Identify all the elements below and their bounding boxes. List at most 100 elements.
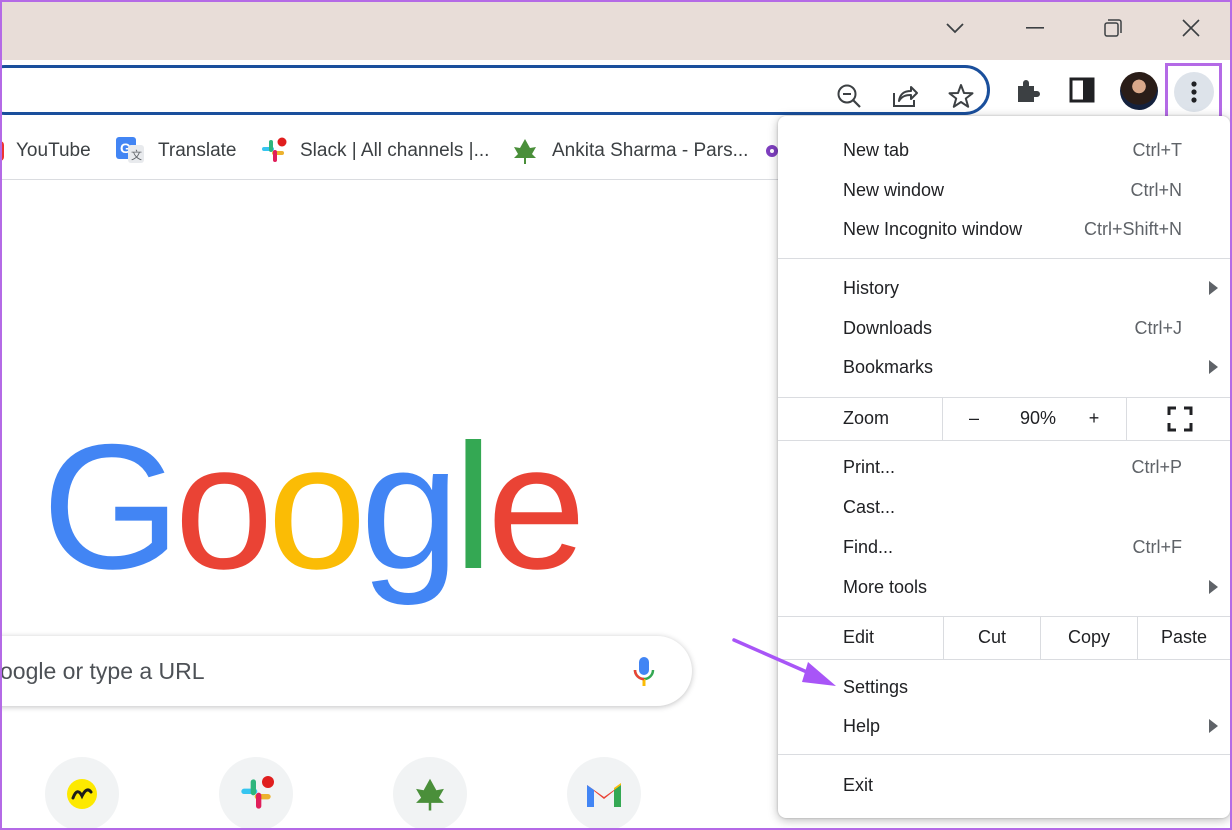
menu-separator: [778, 258, 1230, 259]
menu-separator: [778, 440, 1230, 441]
logo-letter: l: [453, 407, 492, 606]
translate-icon: G文: [116, 137, 144, 163]
zoom-icon[interactable]: [835, 82, 863, 110]
customize-menu-button[interactable]: [1165, 63, 1222, 120]
menu-item-label: New Incognito window: [843, 218, 1023, 239]
title-bar: [0, 0, 1232, 60]
menu-item-print[interactable]: Print... Ctrl+P: [778, 448, 1230, 486]
bookmark-label: YouTube: [16, 140, 91, 161]
zoom-in-button[interactable]: +: [1074, 397, 1114, 440]
minimize-button[interactable]: [1012, 8, 1058, 48]
logo-letter: g: [360, 407, 459, 606]
extensions-icon[interactable]: [1012, 74, 1044, 106]
menu-item-label: Bookmarks: [843, 356, 934, 377]
menu-item-label: Print...: [843, 456, 896, 477]
share-icon[interactable]: [891, 82, 919, 110]
zoom-divider: [1126, 397, 1127, 440]
menu-item-settings[interactable]: Settings: [778, 668, 1230, 706]
minimize-icon: [1026, 27, 1044, 29]
menu-item-shortcut: Ctrl+N: [1130, 179, 1182, 200]
annotation-arrow-icon: [732, 638, 836, 686]
zoom-out-button[interactable]: –: [954, 397, 994, 440]
zoom-label: Zoom: [843, 408, 890, 428]
shortcut-slack[interactable]: [219, 757, 293, 830]
menu-item-label: More tools: [843, 576, 928, 597]
logo-letter: e: [487, 407, 586, 606]
copy-button[interactable]: Copy: [1041, 616, 1137, 659]
leaf-icon: [514, 139, 536, 164]
submenu-arrow-icon: [1209, 360, 1218, 374]
bookmark-label: Translate: [158, 140, 237, 161]
chrome-menu: New tab Ctrl+T New window Ctrl+N New Inc…: [778, 116, 1230, 818]
menu-item-shortcut: Ctrl+J: [1134, 317, 1182, 338]
menu-item-label: Downloads: [843, 317, 933, 338]
menu-item-shortcut: Ctrl+F: [1132, 536, 1183, 557]
shortcut-basecamp[interactable]: [45, 757, 119, 830]
slack-icon: [262, 137, 287, 162]
menu-item-history[interactable]: History: [778, 269, 1230, 307]
menu-item-shortcut: Ctrl+P: [1131, 456, 1182, 477]
google-logo: Google: [42, 407, 586, 606]
bookmark-youtube[interactable]: YouTube: [0, 136, 91, 166]
toolbar: [0, 60, 1232, 122]
bookmark-label: Slack | All channels |...: [300, 140, 490, 161]
side-panel-icon[interactable]: [1066, 74, 1098, 106]
menu-item-more-tools[interactable]: More tools: [778, 568, 1230, 606]
edit-row: Edit Cut Copy Paste: [778, 616, 1230, 659]
three-dots-icon: [1190, 80, 1197, 103]
shortcut-gmail[interactable]: [567, 757, 641, 830]
bookmark-more[interactable]: [766, 136, 778, 166]
menu-item-label: Help: [843, 715, 881, 736]
menu-item-new-window[interactable]: New window Ctrl+N: [778, 171, 1230, 209]
basecamp-icon: [67, 779, 97, 809]
menu-item-find[interactable]: Find... Ctrl+F: [778, 528, 1230, 566]
restore-icon: [1104, 19, 1122, 37]
svg-text:文: 文: [131, 148, 142, 162]
menu-item-bookmarks[interactable]: Bookmarks: [778, 348, 1230, 386]
address-bar[interactable]: [0, 65, 990, 115]
submenu-arrow-icon: [1209, 580, 1218, 594]
menu-item-new-incognito-window[interactable]: New Incognito window Ctrl+Shift+N: [778, 210, 1230, 248]
edit-label: Edit: [843, 627, 875, 647]
restore-button[interactable]: [1090, 8, 1136, 48]
gmail-icon: [587, 783, 621, 807]
menu-item-label: New tab: [843, 139, 910, 160]
zoom-level: 90%: [1019, 408, 1057, 428]
menu-item-label: History: [843, 277, 900, 298]
menu-item-shortcut: Ctrl+T: [1132, 139, 1183, 160]
paste-button[interactable]: Paste: [1138, 616, 1230, 659]
menu-item-label: Exit: [843, 774, 874, 795]
fullscreen-button[interactable]: [1150, 397, 1210, 440]
menu-item-help[interactable]: Help: [778, 707, 1230, 745]
menu-item-label: Find...: [843, 536, 894, 557]
search-placeholder: oogle or type a URL: [0, 658, 205, 684]
leaf-icon: [416, 778, 444, 811]
menu-item-label: Cast...: [843, 496, 896, 517]
microphone-icon[interactable]: [632, 656, 656, 688]
slack-icon: [241, 776, 274, 809]
cut-button[interactable]: Cut: [944, 616, 1040, 659]
menu-item-cast[interactable]: Cast...: [778, 488, 1230, 526]
menu-item-new-tab[interactable]: New tab Ctrl+T: [778, 131, 1230, 169]
bookmark-slack[interactable]: Slack | All channels |...: [258, 136, 489, 166]
submenu-arrow-icon: [1209, 281, 1218, 295]
shortcut-leaf[interactable]: [393, 757, 467, 830]
chevron-down-icon: [946, 23, 964, 34]
logo-letter: o: [174, 407, 273, 606]
menu-separator: [778, 754, 1230, 755]
menu-item-exit[interactable]: Exit: [778, 766, 1230, 804]
bookmark-translate[interactable]: G文 Translate: [116, 136, 237, 166]
close-icon: [1182, 19, 1200, 37]
menu-item-downloads[interactable]: Downloads Ctrl+J: [778, 309, 1230, 347]
bookmark-ankita[interactable]: Ankita Sharma - Pars...: [510, 136, 748, 166]
zoom-divider: [942, 397, 943, 440]
logo-letter: o: [267, 407, 366, 606]
search-box[interactable]: oogle or type a URL: [0, 636, 692, 706]
close-button[interactable]: [1168, 8, 1214, 48]
tab-search-button[interactable]: [932, 8, 978, 48]
youtube-icon: [0, 141, 4, 161]
star-icon[interactable]: [947, 82, 975, 110]
logo-letter: G: [42, 407, 180, 606]
profile-avatar[interactable]: [1120, 72, 1158, 110]
submenu-arrow-icon: [1209, 719, 1218, 733]
